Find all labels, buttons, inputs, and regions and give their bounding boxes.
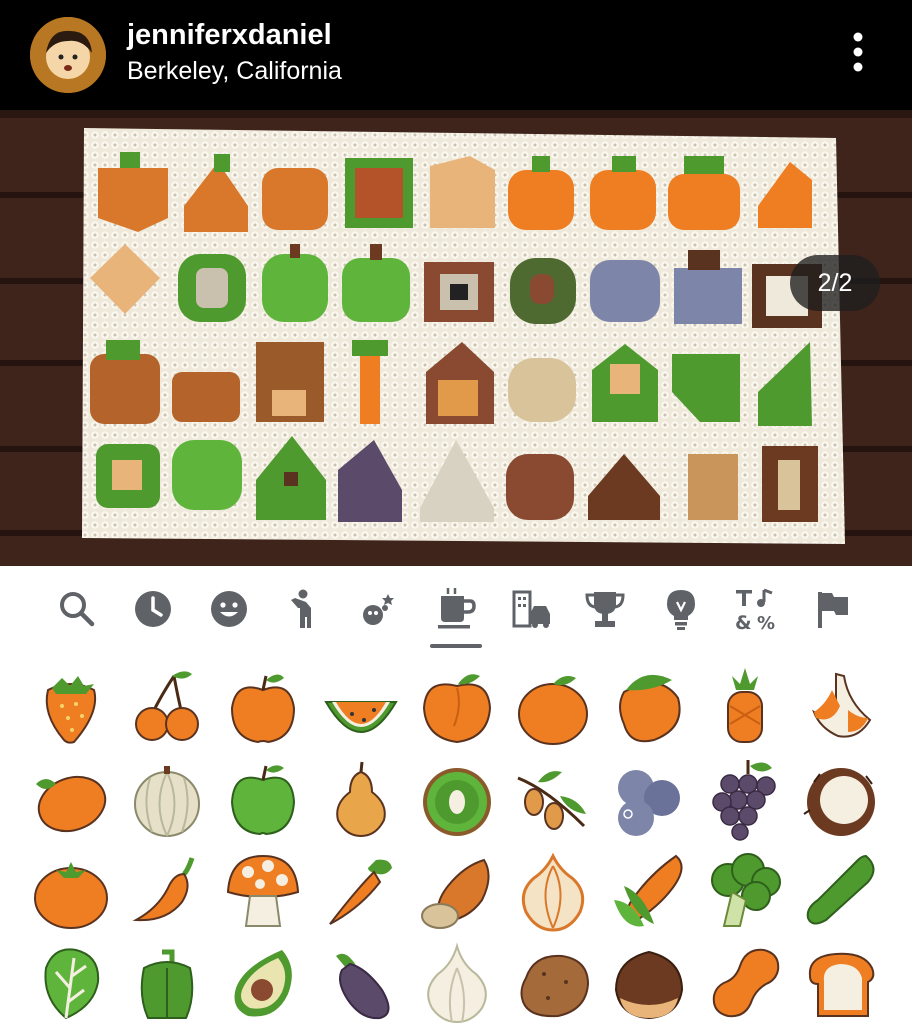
recent-clock-icon[interactable]: [128, 584, 178, 634]
green-apple-emoji[interactable]: [218, 754, 308, 844]
perler-bead-board-image: [0, 110, 912, 566]
peach-emoji[interactable]: [412, 662, 502, 752]
grapes-emoji[interactable]: [700, 754, 790, 844]
carrot-emoji[interactable]: [316, 846, 406, 936]
photo-counter-badge: 2/2: [790, 255, 880, 311]
avocado-emoji[interactable]: [218, 938, 308, 1028]
peanuts-emoji[interactable]: [700, 938, 790, 1028]
banana-emoji[interactable]: [796, 662, 886, 752]
onion-emoji[interactable]: [508, 846, 598, 936]
lemon-emoji[interactable]: [26, 754, 116, 844]
svg-text:%: %: [757, 613, 775, 634]
tomato-emoji[interactable]: [26, 846, 116, 936]
pineapple-emoji[interactable]: [700, 662, 790, 752]
watermelon-emoji[interactable]: [316, 662, 406, 752]
olive-emoji[interactable]: [508, 754, 598, 844]
person-icon[interactable]: [278, 584, 328, 634]
hot-pepper-emoji[interactable]: [122, 846, 212, 936]
melon-emoji[interactable]: [122, 754, 212, 844]
leafy-green-emoji[interactable]: [26, 938, 116, 1028]
mushroom-emoji[interactable]: [218, 846, 308, 936]
search-icon[interactable]: [52, 584, 102, 634]
mango-emoji[interactable]: [604, 662, 694, 752]
potato-emoji[interactable]: [508, 938, 598, 1028]
objects-lightbulb-icon[interactable]: [656, 584, 706, 634]
bell-pepper-emoji[interactable]: [122, 938, 212, 1028]
corn-emoji[interactable]: [604, 846, 694, 936]
pear-emoji[interactable]: [316, 754, 406, 844]
cherries-emoji[interactable]: [122, 662, 212, 752]
emoji-category-tabs: &%: [0, 566, 912, 650]
activities-trophy-icon[interactable]: [580, 584, 630, 634]
smiley-icon[interactable]: [204, 584, 254, 634]
garlic-emoji[interactable]: [412, 938, 502, 1028]
travel-places-icon[interactable]: [506, 584, 556, 634]
username[interactable]: jenniferxdaniel: [127, 18, 332, 52]
selected-tab-indicator: [430, 644, 482, 648]
flags-icon[interactable]: [808, 584, 858, 634]
animals-nature-icon[interactable]: [354, 584, 404, 634]
strawberry-emoji[interactable]: [26, 662, 116, 752]
blueberries-emoji[interactable]: [604, 754, 694, 844]
location-label[interactable]: Berkeley, California: [127, 56, 342, 86]
food-drink-icon[interactable]: [430, 584, 480, 634]
cucumber-emoji[interactable]: [796, 846, 886, 936]
bread-emoji[interactable]: [796, 938, 886, 1028]
emoji-grid: [0, 650, 912, 1024]
kiwi-emoji[interactable]: [412, 754, 502, 844]
tangerine-apple-emoji[interactable]: [218, 662, 308, 752]
post-photo[interactable]: 2/2: [0, 110, 912, 566]
tangerine-emoji[interactable]: [508, 662, 598, 752]
eggplant-emoji[interactable]: [316, 938, 406, 1028]
avatar-illustration-icon: [30, 17, 106, 93]
more-options-icon[interactable]: [836, 26, 880, 78]
svg-text:&: &: [735, 612, 752, 634]
symbols-icon[interactable]: &%: [730, 584, 780, 634]
broccoli-emoji[interactable]: [700, 846, 790, 936]
post-header: jenniferxdaniel Berkeley, California: [0, 0, 912, 110]
chestnut-emoji[interactable]: [604, 938, 694, 1028]
coconut-emoji[interactable]: [796, 754, 886, 844]
roasted-sweet-potato-emoji[interactable]: [412, 846, 502, 936]
avatar[interactable]: [30, 17, 106, 93]
